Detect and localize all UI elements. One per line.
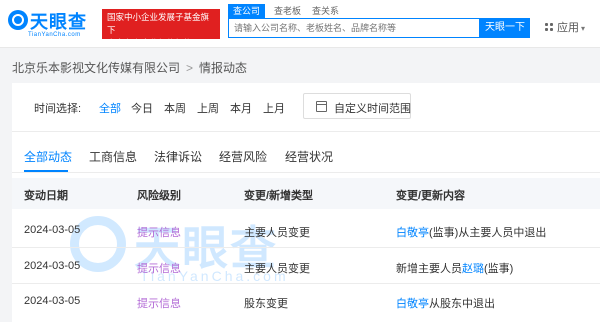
header-risk-level: 风险级别 [137, 190, 181, 202]
row-3-change-content: 白敬亭从股东中退出 [396, 295, 495, 311]
breadcrumb-separator: > [186, 61, 194, 75]
search-tab-relation[interactable]: 查关系 [312, 4, 339, 18]
breadcrumb-company[interactable]: 北京乐本影视文化传媒有限公司 [12, 61, 180, 75]
row-2-change-content: 新增主要人员赵璐(监事) [396, 260, 513, 276]
top-header: 天眼查 TianYanCha.com 国家中小企业发展子基金旗下 官方备案企业征… [0, 0, 600, 48]
official-banner[interactable]: 国家中小企业发展子基金旗下 官方备案企业征信机构 [102, 9, 220, 48]
time-option-today[interactable]: 今日 [131, 100, 153, 116]
tianyancha-logo[interactable]: 天眼查 TianYanCha.com [8, 6, 98, 40]
row-2-person-link[interactable]: 赵璐 [462, 263, 484, 275]
row-1-change-content: 白敬亭(监事)从主要人员中退出 [396, 224, 546, 240]
row-2-risk-level: 提示信息 [137, 263, 181, 275]
tab-business-info[interactable]: 工商信息 [89, 148, 137, 165]
search-box [228, 18, 480, 38]
banner-line-1: 国家中小企业发展子基金旗下 [107, 12, 210, 35]
logo-eye-icon [8, 10, 28, 30]
row-3-content-suffix: 从股东中退出 [429, 298, 495, 310]
tab-operating-risk[interactable]: 经营风险 [219, 148, 267, 165]
custom-time-range-label: 自定义时间范围 [334, 103, 411, 115]
row-3-change-type: 股东变更 [244, 298, 288, 310]
calendar-icon [316, 101, 327, 112]
tab-operating-status[interactable]: 经营状况 [285, 148, 333, 165]
tabs-baseline [12, 172, 600, 173]
row-divider [12, 283, 600, 284]
active-tab-indicator [24, 170, 68, 172]
row-1-risk-level: 提示信息 [137, 227, 181, 239]
row-2-date: 2024-03-05 [24, 260, 81, 272]
time-filter-label: 时间选择: [34, 103, 82, 115]
row-3-date: 2024-03-05 [24, 295, 81, 307]
row-1-change-type: 主要人员变更 [244, 227, 310, 239]
header-change-type: 变更/新增类型 [244, 190, 314, 202]
logo-subtext: TianYanCha.com [28, 32, 81, 38]
logo-text: 天眼查 [30, 12, 87, 32]
row-1-date: 2024-03-05 [24, 224, 81, 236]
breadcrumb-current: 情报动态 [199, 61, 248, 75]
search-tab-company[interactable]: 查公司 [228, 4, 266, 18]
custom-time-range-button[interactable]: 自定义时间范围 [303, 93, 411, 119]
header-change-content: 变更/更新内容 [396, 190, 466, 202]
row-3-person-link[interactable]: 白敬亭 [396, 298, 429, 310]
time-option-all[interactable]: 全部 [99, 100, 121, 116]
breadcrumb: 北京乐本影视文化传媒有限公司 > 情报动态 [12, 59, 247, 76]
row-2-content-suffix: (监事) [484, 263, 514, 275]
row-1-person-link[interactable]: 白敬亭 [396, 227, 429, 239]
row-1-content-suffix: (监事)从主要人员中退出 [429, 227, 547, 239]
time-option-this-week[interactable]: 本周 [164, 100, 186, 116]
chevron-down-icon: ▾ [581, 24, 586, 33]
time-option-last-month[interactable]: 上月 [263, 100, 285, 116]
apps-grid-icon [544, 22, 554, 32]
banner-line-2: 官方备案企业征信机构 [107, 38, 193, 48]
header-change-date: 变动日期 [24, 190, 68, 202]
tab-litigation[interactable]: 法律诉讼 [154, 148, 202, 165]
apps-menu[interactable]: 应用 ▾ [544, 19, 585, 35]
section-divider [12, 131, 600, 132]
time-option-last-week[interactable]: 上周 [197, 100, 219, 116]
row-3-risk-level: 提示信息 [137, 298, 181, 310]
search-tab-boss[interactable]: 查老板 [274, 4, 301, 18]
row-divider [12, 247, 600, 248]
tab-all-updates[interactable]: 全部动态 [24, 148, 72, 165]
row-2-change-type: 主要人员变更 [244, 263, 310, 275]
time-option-this-month[interactable]: 本月 [230, 100, 252, 116]
search-button[interactable]: 天眼一下 [480, 18, 530, 38]
search-input[interactable] [229, 19, 479, 37]
apps-label: 应用 [557, 22, 579, 34]
row-2-content-prefix: 新增主要人员 [396, 263, 462, 275]
